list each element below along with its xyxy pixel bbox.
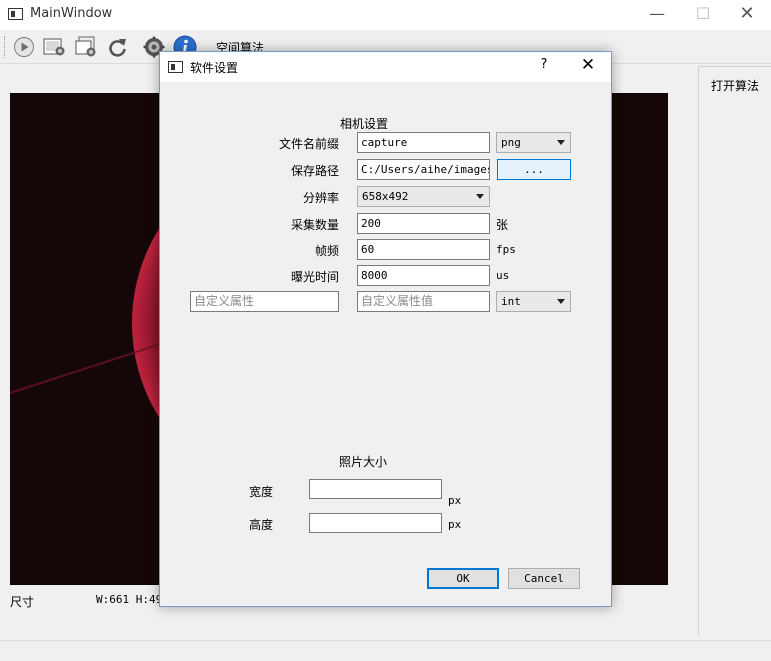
width-unit: px (448, 494, 462, 507)
play-icon[interactable] (12, 35, 36, 59)
image-format-select[interactable]: png (496, 132, 571, 153)
dialog-window-icon (168, 61, 183, 73)
chevron-down-icon (557, 299, 565, 304)
width-input[interactable] (309, 479, 442, 499)
ok-button[interactable]: OK (427, 568, 499, 589)
filename-prefix-input[interactable]: capture (357, 132, 490, 153)
exposure-input[interactable]: 8000 (357, 265, 490, 286)
save-path-input[interactable]: C:/Users/aihe/images/ (357, 159, 490, 180)
dialog-close-button[interactable]: ✕ (576, 55, 600, 75)
fps-label: 帧频 (314, 244, 339, 258)
photo-size-heading: 照片大小 (339, 455, 388, 469)
chevron-down-icon (557, 140, 565, 145)
fps-input[interactable]: 60 (357, 239, 490, 260)
size-value: W:661 H:495 (96, 593, 169, 606)
capture-count-label: 采集数量 (290, 218, 339, 232)
image-format-value: png (501, 136, 521, 149)
resolution-select[interactable]: 658x492 (357, 186, 490, 207)
exposure-unit: us (496, 269, 510, 282)
custom-property-value-input[interactable]: 自定义属性值 (357, 291, 490, 312)
chevron-down-icon (476, 194, 484, 199)
custom-type-value: int (501, 295, 521, 308)
capture-count-unit: 张 (496, 218, 509, 232)
dialog-title: 软件设置 (190, 61, 239, 75)
custom-property-name-input[interactable]: 自定义属性 (190, 291, 339, 312)
maximize-button[interactable]: ☐ (680, 0, 726, 30)
height-label: 高度 (249, 518, 274, 532)
width-label: 宽度 (249, 485, 274, 499)
cancel-button[interactable]: Cancel (508, 568, 580, 589)
save-path-label: 保存路径 (290, 164, 339, 178)
dialog-title-bar: 软件设置 ? ✕ (160, 52, 611, 82)
screenshot-icon[interactable] (42, 35, 66, 59)
status-bar (0, 640, 771, 661)
main-window-title: MainWindow (30, 6, 113, 21)
multi-capture-icon[interactable] (74, 35, 98, 59)
height-unit: px (448, 518, 462, 531)
exposure-label: 曝光时间 (290, 270, 339, 284)
right-side-panel: 打开算法 (698, 66, 771, 636)
open-algorithm-label[interactable]: 打开算法 (711, 77, 759, 94)
camera-settings-heading: 相机设置 (340, 117, 389, 131)
minimize-button[interactable]: — (634, 0, 680, 30)
resolution-value: 658x492 (362, 190, 409, 203)
capture-count-input[interactable]: 200 (357, 213, 490, 234)
app-window-icon (8, 8, 23, 20)
filename-prefix-label: 文件名前缀 (278, 137, 339, 151)
fps-unit: fps (496, 243, 516, 256)
refresh-icon[interactable] (106, 35, 130, 59)
custom-type-select[interactable]: int (496, 291, 571, 312)
size-label: 尺寸 (10, 595, 35, 609)
close-window-button[interactable]: ✕ (724, 0, 770, 30)
main-title-bar: MainWindow — ☐ ✕ (0, 0, 771, 30)
settings-dialog: 软件设置 ? ✕ 相机设置 文件名前缀 capture png 保存路径 C:/… (159, 51, 612, 607)
browse-button[interactable]: ... (497, 159, 571, 180)
toolbar-grip[interactable] (4, 36, 7, 58)
height-input[interactable] (309, 513, 442, 533)
resolution-label: 分辨率 (302, 191, 339, 205)
help-button[interactable]: ? (532, 57, 556, 72)
